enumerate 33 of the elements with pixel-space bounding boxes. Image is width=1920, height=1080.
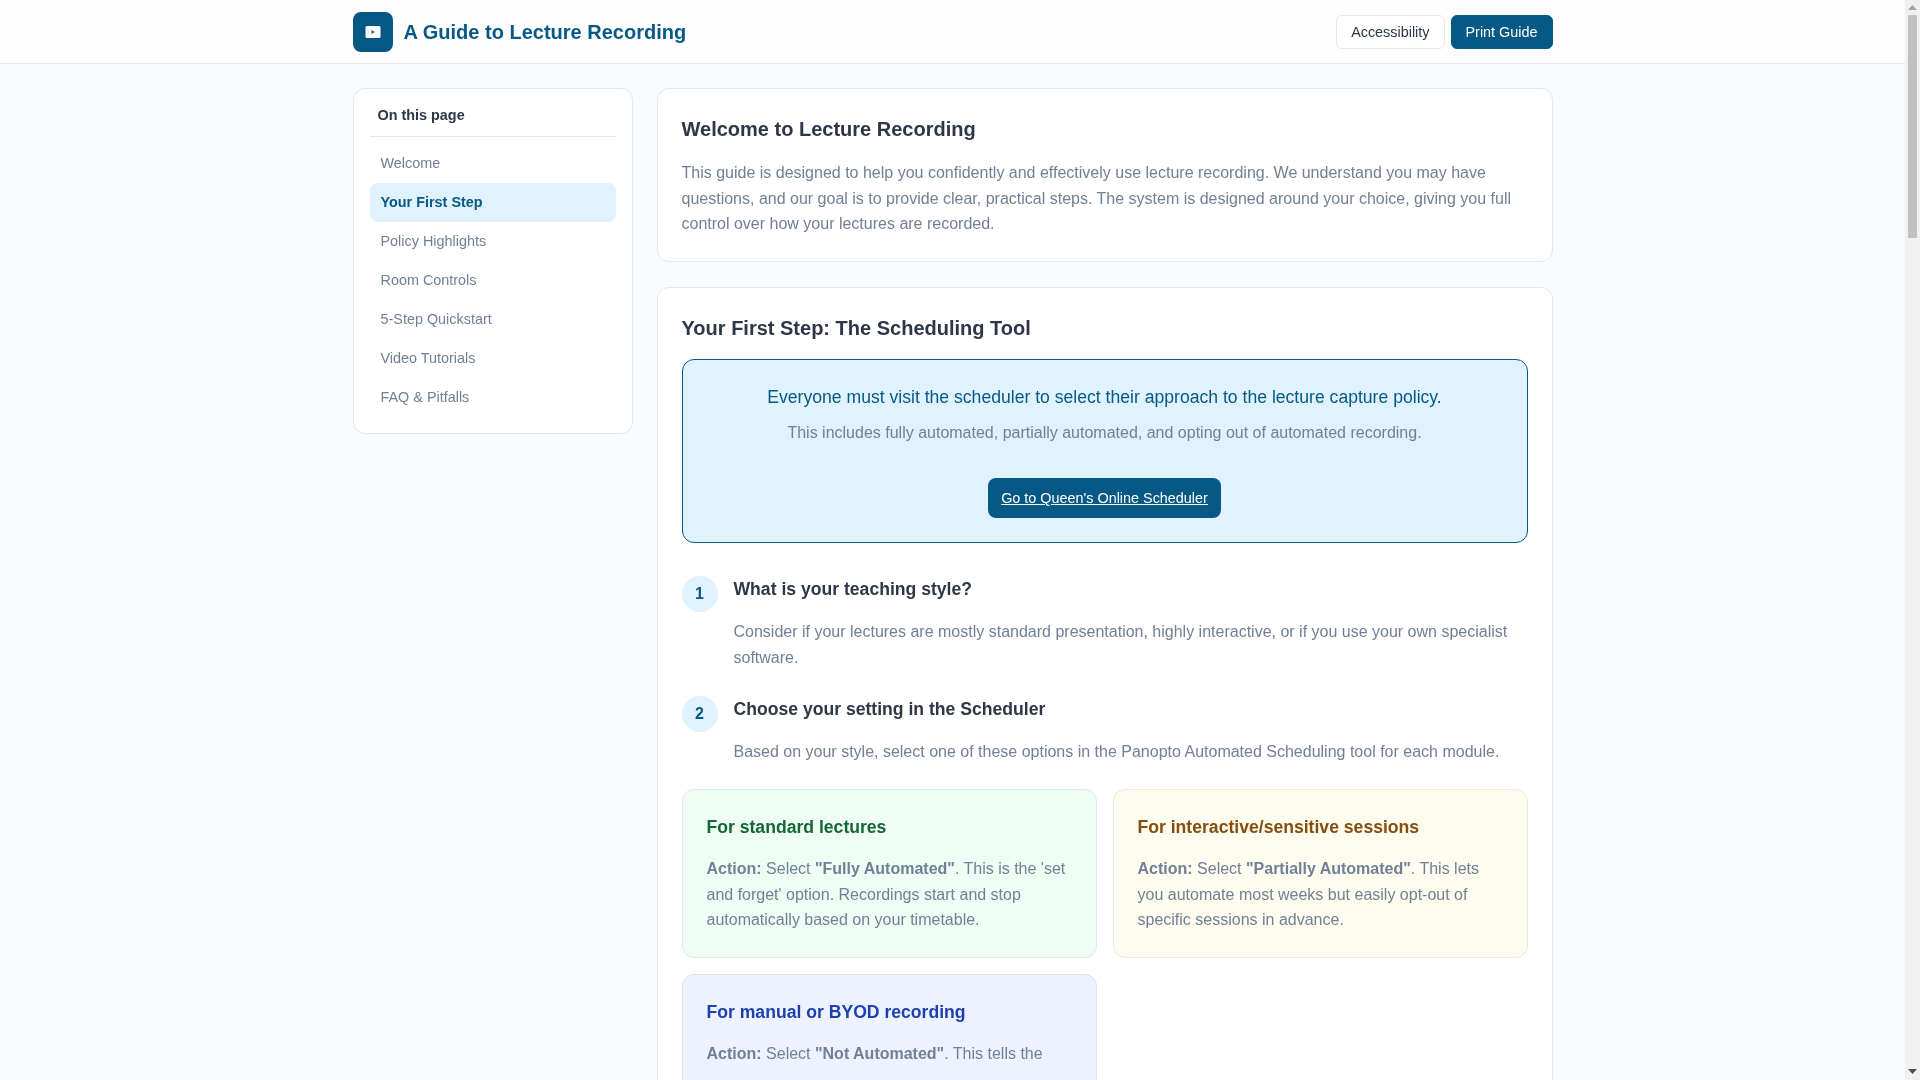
nav-link[interactable]: Room Controls <box>369 261 616 300</box>
step-title: What is your teaching style? <box>733 578 974 602</box>
step-description: Consider if your lectures are mostly standard presentation, highly interactive, or if you use your own specialist software. <box>733 622 1509 668</box>
option-title: For interactive/sensitive sessions <box>1137 816 1421 840</box>
step-number: 1 <box>681 576 718 613</box>
video-play-icon <box>352 11 393 52</box>
callout-heading: Everyone must visit the scheduler to select their approach to the lecture capture policy. <box>766 385 1443 409</box>
nav-link[interactable]: Video Tutorials <box>369 339 616 378</box>
header-button[interactable]: Print Guide <box>1450 14 1553 49</box>
scroll-up-icon[interactable] <box>1908 5 1917 10</box>
section-title: Welcome to Lecture Recording <box>681 117 977 142</box>
intro-paragraph: This guide is designed to help you confidently and effectively use lecture recording. We understand you may have questions, and our goal is to provide clear, practical steps. The system is designed around your choice, giving you full control over how your lectures are recorded. <box>681 163 1512 235</box>
nav-link[interactable]: 5-Step Quickstart <box>369 300 616 339</box>
option-text: Action: Select "Not Automated". This tells the <box>706 1043 1044 1064</box>
scrollbar-thumb[interactable] <box>1908 15 1917 238</box>
step-description: Based on your style, select one of these options in the Panopto Automated Scheduling tool for each module. <box>733 741 1501 762</box>
nav-link[interactable]: FAQ & Pitfalls <box>369 378 616 417</box>
scheduler-link-button[interactable]: Go to Queen's Online Scheduler <box>988 478 1221 519</box>
nav-link[interactable]: Policy Highlights <box>369 222 616 261</box>
nav-link[interactable]: Welcome <box>369 144 616 183</box>
section-title: Your First Step: The Scheduling Tool <box>681 315 1032 341</box>
callout-text: This includes fully automated, partially automated, and opting out of automated recording. <box>786 422 1423 443</box>
scroll-down-icon[interactable] <box>1908 1069 1917 1074</box>
nav-link[interactable]: Your First Step <box>369 183 616 222</box>
step-title: Choose your setting in the Scheduler <box>733 697 1047 721</box>
site-title: A Guide to Lecture Recording <box>403 19 687 45</box>
header-button[interactable]: Accessibility <box>1336 14 1445 49</box>
option-text: Action: Select "Fully Automated". This is the 'set and forget' option. Recordings start and stop automatically based on your timetable. <box>706 859 1067 931</box>
option-title: For standard lectures <box>706 816 888 840</box>
step-number: 2 <box>681 695 718 732</box>
option-text: Action: Select "Partially Automated". This lets you automate most weeks but easily opt-out of specific sessions in advance. <box>1137 859 1480 931</box>
sidebar-heading: On this page <box>369 105 616 137</box>
option-title: For manual or BYOD recording <box>706 1000 967 1024</box>
